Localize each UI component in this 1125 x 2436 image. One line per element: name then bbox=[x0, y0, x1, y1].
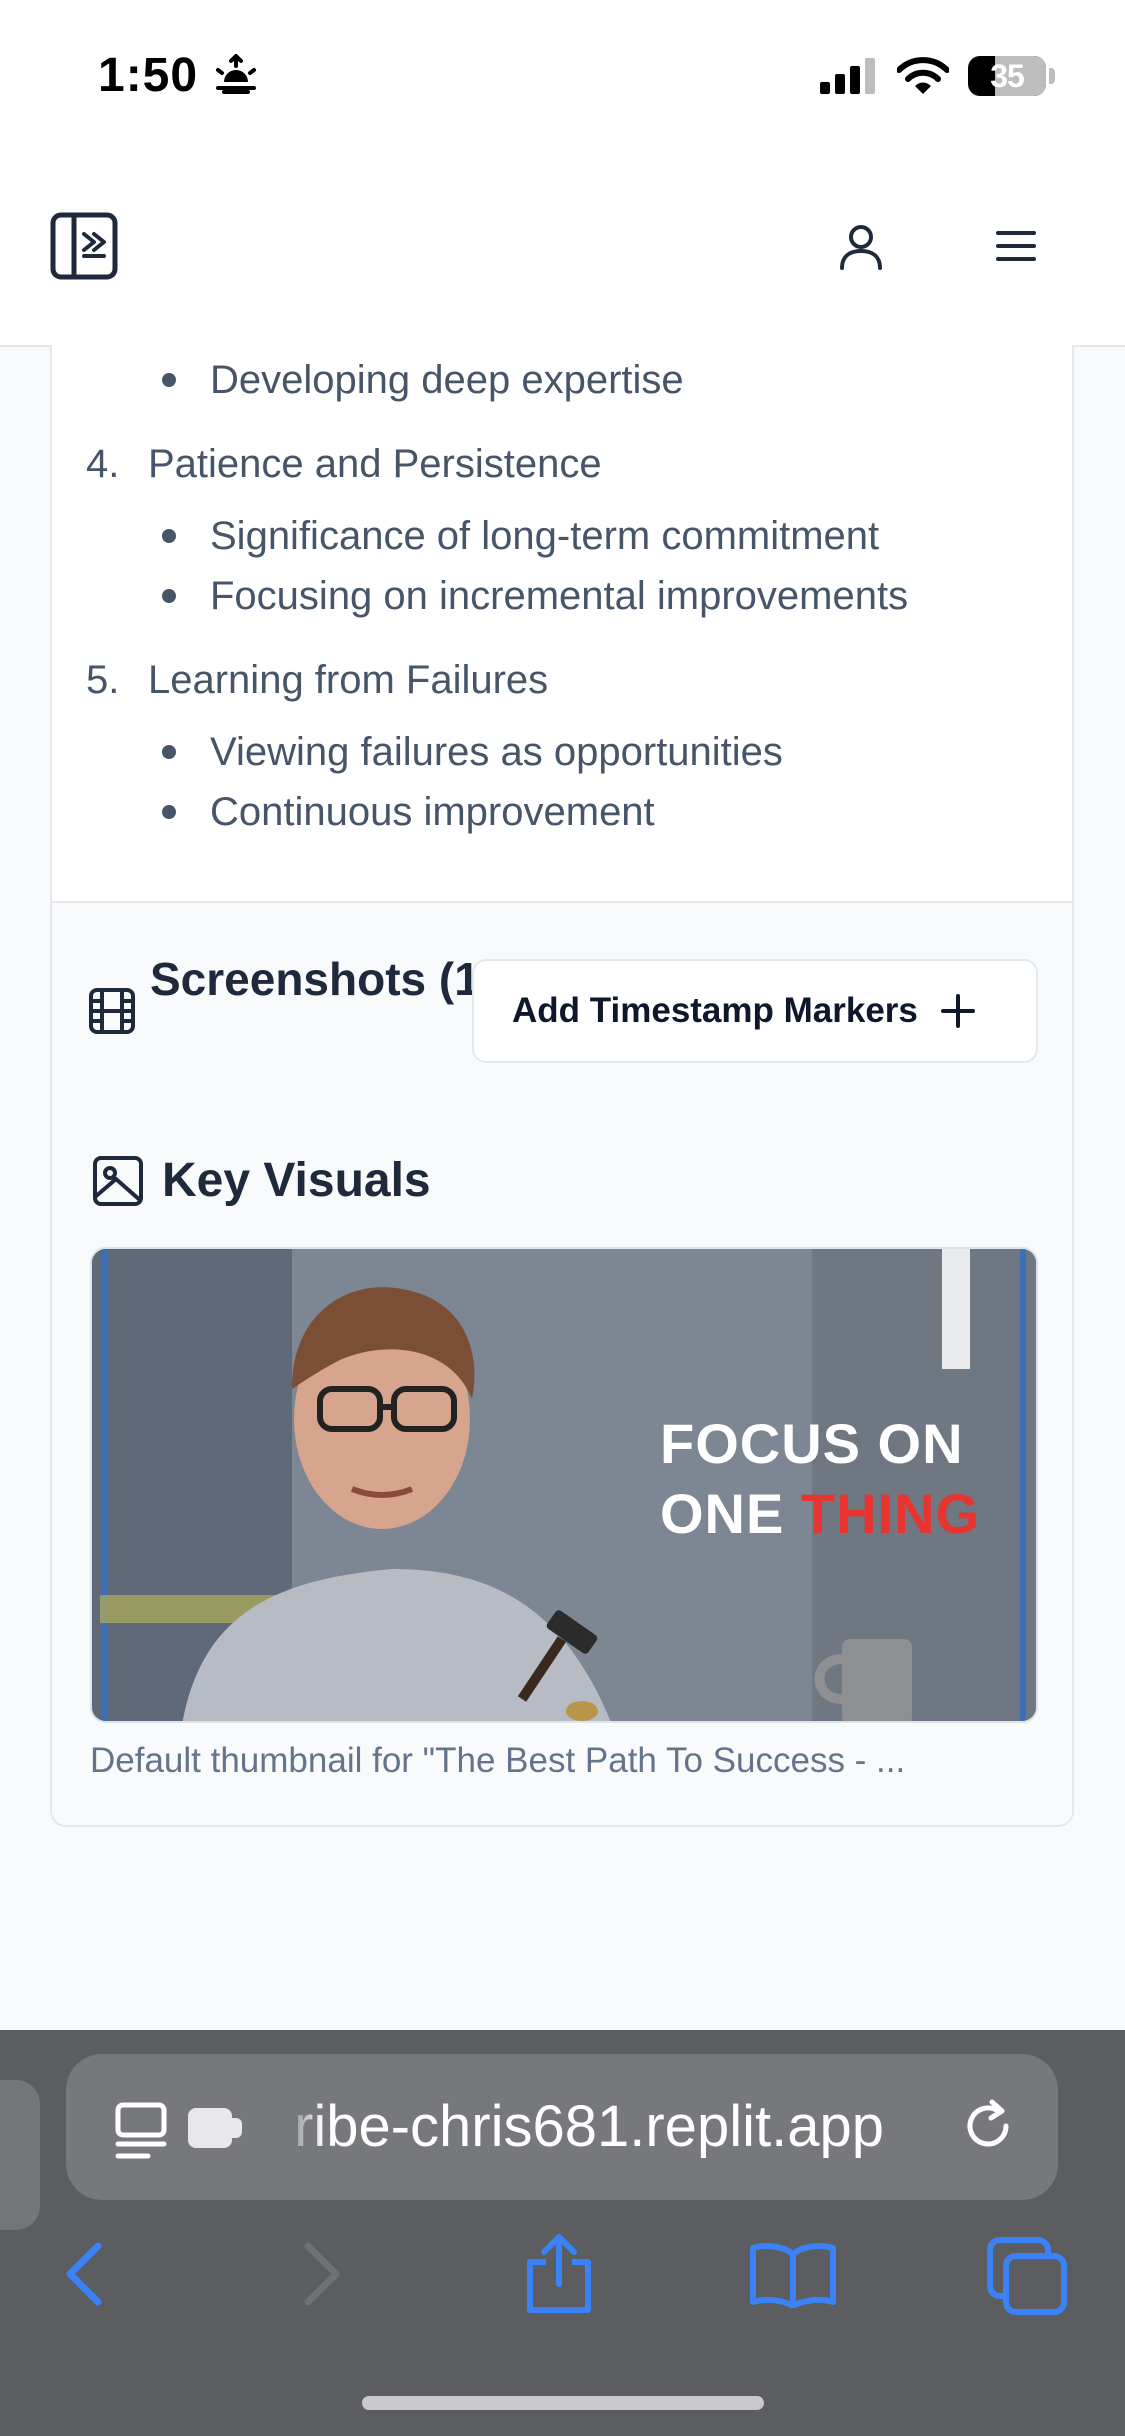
thumbnail-text-line2: ONE THING bbox=[660, 1479, 980, 1549]
share-icon[interactable] bbox=[522, 2232, 596, 2316]
previous-tab-preview[interactable] bbox=[0, 2080, 40, 2230]
image-icon bbox=[93, 1156, 143, 1206]
address-bar[interactable]: ribe-chris681.replit.app bbox=[66, 2054, 1058, 2200]
list-item: Continuous improvement bbox=[210, 790, 655, 834]
list-number: 4. bbox=[86, 442, 120, 486]
add-timestamp-markers-button[interactable]: Add Timestamp Markers bbox=[472, 959, 1038, 1063]
app-header bbox=[0, 150, 1125, 347]
user-icon[interactable] bbox=[836, 222, 886, 272]
outline-list: Developing deep expertise 4. Patience an… bbox=[52, 345, 1072, 901]
bullet-dot bbox=[162, 589, 176, 603]
thumbnail-text-line1: FOCUS ON bbox=[660, 1412, 964, 1475]
list-item: Significance of long-term commitment bbox=[210, 514, 880, 558]
film-icon bbox=[89, 988, 135, 1034]
status-time: 1:50 bbox=[98, 49, 199, 102]
bullet-dot bbox=[162, 805, 176, 819]
video-thumbnail[interactable]: FOCUS ON ONE THING bbox=[90, 1247, 1038, 1723]
screenshots-title: Screenshots (1) bbox=[150, 953, 496, 1005]
forward-icon[interactable] bbox=[300, 2240, 346, 2308]
cellular-signal-icon bbox=[820, 58, 875, 94]
battery-indicator: 35 bbox=[968, 56, 1046, 96]
url-fade bbox=[284, 2054, 324, 2200]
back-icon[interactable] bbox=[60, 2240, 106, 2308]
list-item: Focusing on incremental improvements bbox=[210, 574, 909, 618]
sunrise-icon bbox=[216, 54, 256, 94]
plus-icon bbox=[940, 994, 975, 1028]
add-markers-label: Add Timestamp Markers bbox=[512, 991, 918, 1030]
bullet-dot bbox=[162, 373, 176, 387]
list-item: Developing deep expertise bbox=[210, 358, 684, 402]
url-text: ribe-chris681.replit.app bbox=[294, 2094, 884, 2159]
thumbnail-overlay-text: FOCUS ON ONE THING bbox=[660, 1409, 980, 1549]
bookmarks-icon[interactable] bbox=[748, 2240, 838, 2308]
home-indicator[interactable] bbox=[362, 2396, 764, 2410]
reload-icon[interactable] bbox=[958, 2096, 1018, 2156]
reader-mode-icon[interactable] bbox=[114, 2102, 168, 2160]
summary-card: Developing deep expertise 4. Patience an… bbox=[50, 345, 1074, 1827]
bullet-dot bbox=[162, 529, 176, 543]
status-bar: 1:50 35 bbox=[0, 0, 1125, 150]
screenshots-section: Screenshots (1) Add Timestamp Markers Ke… bbox=[52, 903, 1072, 1825]
bullet-dot bbox=[162, 745, 176, 759]
tabs-icon[interactable] bbox=[986, 2236, 1070, 2316]
thumbnail-caption: Default thumbnail for "The Best Path To … bbox=[90, 1741, 906, 1780]
list-number: 5. bbox=[86, 658, 120, 702]
sidebar-toggle-icon[interactable] bbox=[50, 212, 118, 280]
list-item-title: Patience and Persistence bbox=[148, 442, 602, 486]
wifi-icon bbox=[897, 57, 949, 94]
hamburger-menu-icon[interactable] bbox=[996, 230, 1036, 262]
battery-cap bbox=[1049, 68, 1055, 84]
list-item: Viewing failures as opportunities bbox=[210, 730, 783, 774]
thumbnail-text-red: THING bbox=[800, 1482, 981, 1545]
list-item-title: Learning from Failures bbox=[148, 658, 549, 702]
battery-percent: 35 bbox=[990, 58, 1025, 94]
key-visuals-title: Key Visuals bbox=[162, 1154, 431, 1207]
thumbnail-text-white: ONE bbox=[660, 1482, 801, 1545]
extension-icon[interactable] bbox=[186, 2104, 246, 2152]
